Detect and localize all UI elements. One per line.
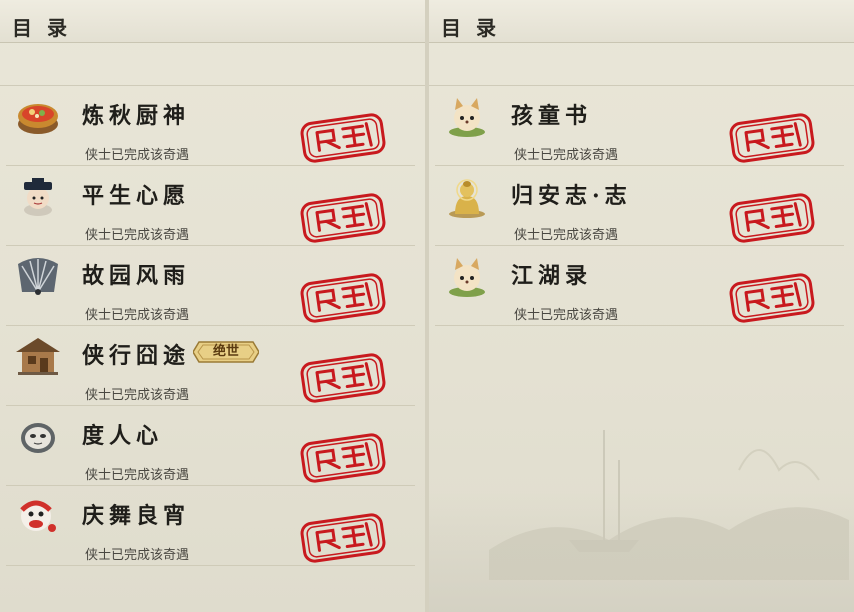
encounter-name: 故园风雨: [82, 263, 191, 289]
left-catalog-panel: 目 录 炼秋厨神 侠士已完成该奇遇 平生心愿 侠士已完成该奇遇 故园风雨 侠士已…: [0, 0, 425, 612]
encounter-name: 平生心愿: [82, 183, 191, 209]
encounter-entry[interactable]: 归安志·志 侠士已完成该奇遇: [429, 166, 844, 246]
fox-icon: [449, 98, 485, 137]
encounter-status: 侠士已完成该奇遇: [85, 308, 190, 323]
completed-seal-stamp: [300, 433, 386, 483]
encounter-status: 侠士已完成该奇遇: [85, 148, 190, 163]
divider: [435, 325, 844, 326]
encounter-entry[interactable]: 故园风雨 侠士已完成该奇遇: [0, 246, 415, 326]
completed-seal-stamp: [300, 273, 386, 323]
lion-dance-icon: [20, 500, 56, 532]
rarity-badge: 绝世: [193, 340, 259, 364]
mask-icon: [21, 423, 55, 453]
right-catalog-panel: 目 录 孩童书 侠士已完成该奇遇 归安志·志 侠士已完成该奇遇 江湖录 侠士已完…: [429, 0, 854, 612]
encounter-entry[interactable]: 炼秋厨神 侠士已完成该奇遇: [0, 86, 415, 166]
completed-seal-stamp: [300, 193, 386, 243]
completed-seal-stamp: [729, 273, 815, 323]
completed-seal-stamp: [300, 353, 386, 403]
encounter-name: 侠行囧途: [82, 343, 191, 369]
official-icon: [24, 178, 52, 216]
encounter-status: 侠士已完成该奇遇: [85, 388, 190, 403]
catalog-header: 目 录: [0, 0, 425, 43]
catalog-title: 目 录: [441, 16, 500, 40]
encounter-status: 侠士已完成该奇遇: [514, 148, 619, 163]
buddha-icon: [449, 179, 485, 218]
encounter-name: 炼秋厨神: [82, 103, 191, 129]
encounter-name: 庆舞良宵: [82, 503, 191, 529]
house-icon: [16, 338, 60, 375]
encounter-name: 孩童书: [511, 103, 593, 129]
encounter-name: 度人心: [82, 423, 164, 449]
encounter-entry[interactable]: 度人心 侠士已完成该奇遇: [0, 406, 415, 486]
rarity-badge-label: 绝世: [212, 344, 239, 359]
divider: [6, 565, 415, 566]
completed-seal-stamp: [300, 113, 386, 163]
fan-icon: [18, 258, 58, 295]
encounter-entry[interactable]: 侠行囧途 绝世 侠士已完成该奇遇: [0, 326, 415, 406]
completed-seal-stamp: [729, 193, 815, 243]
encounter-name: 归安志·志: [511, 183, 632, 209]
encounter-entry[interactable]: 平生心愿 侠士已完成该奇遇: [0, 166, 415, 246]
mist-overlay: [429, 492, 854, 612]
completed-seal-stamp: [729, 113, 815, 163]
encounter-entry[interactable]: 庆舞良宵 侠士已完成该奇遇: [0, 486, 415, 566]
encounter-name: 江湖录: [511, 263, 593, 289]
encounter-entry[interactable]: 孩童书 侠士已完成该奇遇: [429, 86, 844, 166]
encounter-status: 侠士已完成该奇遇: [514, 308, 619, 323]
completed-seal-stamp: [300, 513, 386, 563]
encounter-status: 侠士已完成该奇遇: [514, 228, 619, 243]
encounter-entry[interactable]: 江湖录 侠士已完成该奇遇: [429, 246, 844, 326]
catalog-header: 目 录: [429, 0, 854, 43]
catalog-title: 目 录: [12, 16, 71, 40]
encounter-status: 侠士已完成该奇遇: [85, 228, 190, 243]
food-pot-icon: [18, 104, 58, 134]
encounter-status: 侠士已完成该奇遇: [85, 548, 190, 563]
encounter-status: 侠士已完成该奇遇: [85, 468, 190, 483]
fox-icon: [449, 258, 485, 297]
